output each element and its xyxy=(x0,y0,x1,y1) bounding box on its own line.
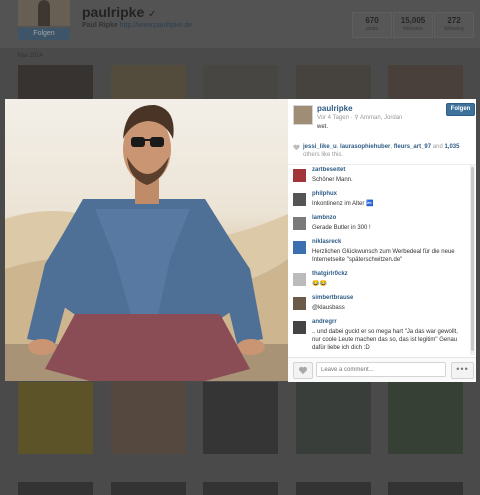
post-photo[interactable] xyxy=(5,99,288,381)
comment-item: zartbeseitet Schöner Mann. xyxy=(288,167,470,187)
scrollbar-thumb[interactable] xyxy=(471,167,474,351)
comment-item: simbertbrause @klausbass xyxy=(288,295,470,315)
comment-item: philphux Inkontinenz im Alter 🚾 xyxy=(288,191,470,211)
commenter-avatar[interactable] xyxy=(293,169,306,182)
follow-button[interactable]: Folgen xyxy=(446,103,475,116)
post-caption: wet. xyxy=(317,124,329,130)
photo-modal: paulripke Vor 4 Tagen · ⚲ Amman, Jordan … xyxy=(5,99,476,382)
liker-username[interactable]: fleurs_art_97 xyxy=(394,144,431,150)
commenter-avatar[interactable] xyxy=(293,217,306,230)
comment-list: zartbeseitet Schöner Mann. philphux Inko… xyxy=(288,167,470,357)
likes-and: and xyxy=(432,144,443,150)
man-sitting-photo xyxy=(5,104,288,381)
post-author-avatar[interactable] xyxy=(293,105,313,125)
comment-text: 😂😂 xyxy=(312,281,327,287)
post-time[interactable]: Vor 4 Tagen xyxy=(317,115,349,121)
commenter-username[interactable]: niklasreck xyxy=(312,239,341,245)
post-author-username[interactable]: paulripke xyxy=(317,104,353,113)
more-options-button[interactable]: ••• xyxy=(451,362,474,379)
commenter-avatar[interactable] xyxy=(293,321,306,334)
like-button[interactable] xyxy=(293,362,313,379)
commenter-avatar[interactable] xyxy=(293,193,306,206)
comment-text: Gerade Butler in 300 ! xyxy=(312,225,371,231)
comment-text: Schöner Mann. xyxy=(312,177,353,183)
comment-input[interactable] xyxy=(316,362,446,377)
commenter-username[interactable]: thatgirlr0ckz xyxy=(312,271,348,277)
heart-icon xyxy=(293,144,300,154)
liker-username[interactable]: jessi_like_u xyxy=(303,144,337,150)
comment-item: niklasreck Herzlichen Glückwunsch zum We… xyxy=(288,239,470,267)
liker-username[interactable]: laurasophiehuber xyxy=(340,144,390,150)
comment-text: .. und dabei guckt er so mega hart "Ja d… xyxy=(312,329,458,351)
location-pin-icon: ⚲ xyxy=(354,115,359,121)
likes-others-count[interactable]: 1,035 xyxy=(444,144,459,150)
commenter-avatar[interactable] xyxy=(293,297,306,310)
comments-scrollbar[interactable] xyxy=(470,165,475,355)
divider xyxy=(288,164,476,165)
likes-others-suffix: others like this. xyxy=(303,152,344,158)
post-location[interactable]: Amman, Jordan xyxy=(360,115,402,121)
commenter-avatar[interactable] xyxy=(293,273,306,286)
commenter-username[interactable]: philphux xyxy=(312,191,337,197)
comment-footer: ••• xyxy=(288,357,476,382)
comment-text: Inkontinenz im Alter 🚾 xyxy=(312,201,374,207)
post-meta: Vor 4 Tagen · ⚲ Amman, Jordan xyxy=(317,115,403,121)
post-details-panel: paulripke Vor 4 Tagen · ⚲ Amman, Jordan … xyxy=(288,99,476,382)
comment-text: @klausbass xyxy=(312,305,345,311)
comment-item: lambnzo Gerade Butler in 300 ! xyxy=(288,215,470,235)
commenter-avatar[interactable] xyxy=(293,241,306,254)
commenter-username[interactable]: andregrr xyxy=(312,319,337,325)
comment-item: andregrr .. und dabei guckt er so mega h… xyxy=(288,319,470,355)
commenter-username[interactable]: lambnzo xyxy=(312,215,336,221)
comment-text: Herzlichen Glückwunsch zum Werbedeal für… xyxy=(312,249,455,263)
commenter-username[interactable]: simbertbrause xyxy=(312,295,353,301)
commenter-username[interactable]: zartbeseitet xyxy=(312,167,345,173)
likes-summary: jessi_like_u, laurasophiehuber, fleurs_a… xyxy=(293,143,471,159)
heart-icon xyxy=(298,366,308,375)
comment-item: thatgirlr0ckz 😂😂 xyxy=(288,271,470,291)
